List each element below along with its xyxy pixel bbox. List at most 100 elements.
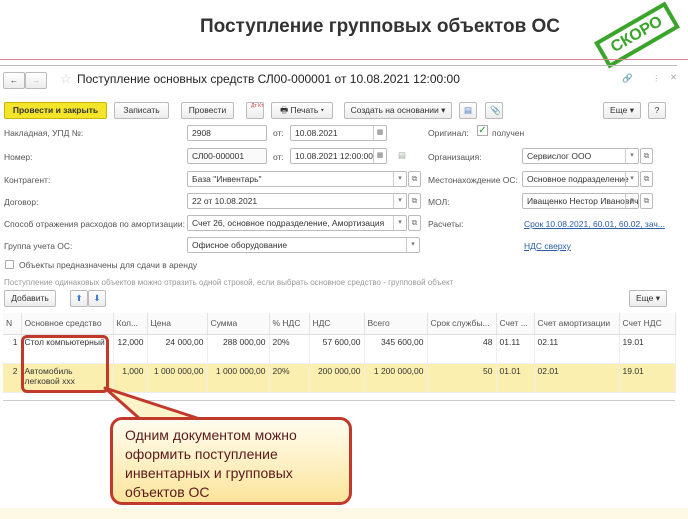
open-icon[interactable]: ⧉ [408, 193, 421, 209]
table-cell[interactable]: 01.01 [496, 363, 535, 393]
column-header[interactable]: Счет НДС [619, 313, 676, 335]
favorite-star-icon[interactable]: ☆ [60, 71, 72, 87]
table-cell[interactable]: 288 000,00 [207, 334, 270, 364]
contractor-label: Контрагент: [4, 175, 51, 185]
settlements-label: Расчеты: [428, 219, 464, 229]
table-cell[interactable]: 12,000 [113, 334, 148, 364]
chevron-down-icon[interactable]: ▾ [406, 238, 419, 252]
number-date-input[interactable]: 10.08.2021 12:00:00 ▦ [290, 148, 387, 164]
open-icon[interactable]: ⧉ [640, 171, 653, 187]
forward-button[interactable]: → [25, 72, 47, 89]
open-icon[interactable]: ⧉ [408, 171, 421, 187]
link-icon[interactable]: 🔗 [622, 73, 633, 84]
column-header[interactable]: Сумма [207, 313, 270, 335]
table-cell[interactable]: 200 000,00 [309, 363, 365, 393]
open-icon[interactable]: ⧉ [408, 215, 421, 231]
create-based-on-button[interactable]: Создать на основании ▾ [344, 102, 452, 119]
invoice-label: Накладная, УПД №: [4, 128, 84, 138]
move-down-icon[interactable]: ⬇ [88, 290, 106, 307]
column-header[interactable]: Основное средство [21, 313, 114, 335]
column-header[interactable]: НДС [309, 313, 365, 335]
highlight-frame [21, 335, 109, 393]
table-more-button[interactable]: Еще ▾ [629, 290, 667, 307]
callout-text: Одним документом можно оформить поступле… [110, 417, 352, 505]
table-cell[interactable]: 48 [427, 334, 497, 364]
contractor-select[interactable]: База "Инвентарь" ▾ [187, 171, 407, 187]
save-button[interactable]: Записать [114, 102, 169, 119]
column-header[interactable]: Счет ... [496, 313, 535, 335]
attachment-icon[interactable]: 📎 [485, 102, 503, 119]
amortization-select[interactable]: Счет 26, основное подразделение, Амортиз… [187, 215, 407, 231]
table-cell[interactable]: 1 200 000,00 [364, 363, 428, 393]
table-cell[interactable]: 01.11 [496, 334, 535, 364]
invoice-number-input[interactable]: 2908 [187, 125, 267, 141]
table-cell[interactable]: 19.01 [619, 334, 676, 364]
dt-kt-button[interactable]: Дт Кт [246, 102, 264, 119]
chevron-down-icon[interactable]: ▾ [625, 149, 638, 163]
from-label: от: [273, 152, 284, 162]
chevron-down-icon[interactable]: ▾ [393, 216, 406, 230]
more-vert-icon[interactable]: ⋮ [652, 73, 661, 84]
column-header[interactable]: % НДС [269, 313, 310, 335]
org-select[interactable]: Сервислог ООО ▾ [522, 148, 639, 164]
table-cell[interactable]: 02.01 [534, 363, 620, 393]
move-up-icon[interactable]: ⬆ [70, 290, 88, 307]
help-button[interactable]: ? [648, 102, 666, 119]
column-header[interactable]: Всего [364, 313, 428, 335]
open-icon[interactable]: ⧉ [640, 193, 653, 209]
table-cell[interactable]: 50 [427, 363, 497, 393]
table-header: N Основное средство Кол... Цена Сумма% НДС НД… [3, 313, 676, 335]
chevron-down-icon[interactable]: ▾ [393, 172, 406, 186]
window-title: Поступление основных средств СЛ00-000001… [77, 72, 460, 86]
chevron-down-icon[interactable]: ▾ [625, 172, 638, 186]
print-button[interactable]: 🖶 Печать ▾ [271, 102, 333, 119]
vat-link[interactable]: НДС сверху [524, 241, 571, 251]
post-and-close-button[interactable]: Провести и закрыть [4, 102, 107, 119]
number-input[interactable]: СЛ00-000001 [187, 148, 267, 164]
more-button[interactable]: Еще ▾ [603, 102, 641, 119]
mol-select[interactable]: Иващенко Нестор Иванович ▾ [522, 193, 639, 209]
table-cell[interactable]: 345 600,00 [364, 334, 428, 364]
table-cell[interactable]: 2 [3, 363, 22, 393]
column-header[interactable]: Срок службы... [427, 313, 497, 335]
rent-checkbox[interactable] [5, 260, 14, 269]
group-label: Группа учета ОС: [4, 241, 73, 251]
divider [0, 65, 677, 66]
table-cell[interactable]: 20% [269, 334, 310, 364]
table-cell[interactable]: 02.11 [534, 334, 620, 364]
table-cell[interactable]: 20% [269, 363, 310, 393]
location-label: Местонахождение ОС: [428, 175, 518, 185]
settlements-link[interactable]: Срок 10.08.2021, 60.01, 60.02, зач... [524, 219, 665, 229]
hint-text: Поступление одинаковых объектов можно от… [4, 278, 454, 287]
table-cell[interactable]: 1 [3, 334, 22, 364]
invoice-date-input[interactable]: 10.08.2021 ▦ [290, 125, 387, 141]
table-cell[interactable]: 57 600,00 [309, 334, 365, 364]
column-header[interactable]: N [3, 313, 22, 335]
mol-label: МОЛ: [428, 197, 450, 207]
original-label: Оригинал: [428, 128, 469, 138]
add-button[interactable]: Добавить [4, 290, 56, 307]
original-checkbox[interactable]: ✓ [477, 125, 488, 136]
post-button[interactable]: Провести [181, 102, 234, 119]
column-header[interactable]: Цена [147, 313, 208, 335]
column-header[interactable]: Счет амортизации [534, 313, 620, 335]
open-icon[interactable]: ⧉ [640, 148, 653, 164]
column-header[interactable]: Кол... [113, 313, 148, 335]
amortization-label: Способ отражения расходов по амортизации… [4, 219, 185, 229]
contract-select[interactable]: 22 от 10.08.2021 ▾ [187, 193, 407, 209]
group-select[interactable]: Офисное оборудование ▾ [187, 237, 420, 253]
structure-icon[interactable]: ▤ [459, 102, 477, 119]
calendar-icon[interactable]: ▦ [373, 149, 386, 163]
calendar-icon[interactable]: ▦ [373, 126, 386, 140]
rent-label: Объекты предназначены для сдачи в аренду [19, 260, 198, 270]
table-cell[interactable]: 19.01 [619, 363, 676, 393]
chevron-down-icon[interactable]: ▾ [393, 194, 406, 208]
location-select[interactable]: Основное подразделение ▾ [522, 171, 639, 187]
table-cell[interactable]: 24 000,00 [147, 334, 208, 364]
from-label: от: [273, 128, 284, 138]
chevron-down-icon[interactable]: ▾ [625, 194, 638, 208]
back-button[interactable]: ← [3, 72, 25, 89]
printer-icon: 🖶 [280, 105, 291, 115]
edit-number-icon[interactable]: ▤ [398, 150, 406, 161]
close-icon[interactable]: ✕ [670, 72, 677, 83]
